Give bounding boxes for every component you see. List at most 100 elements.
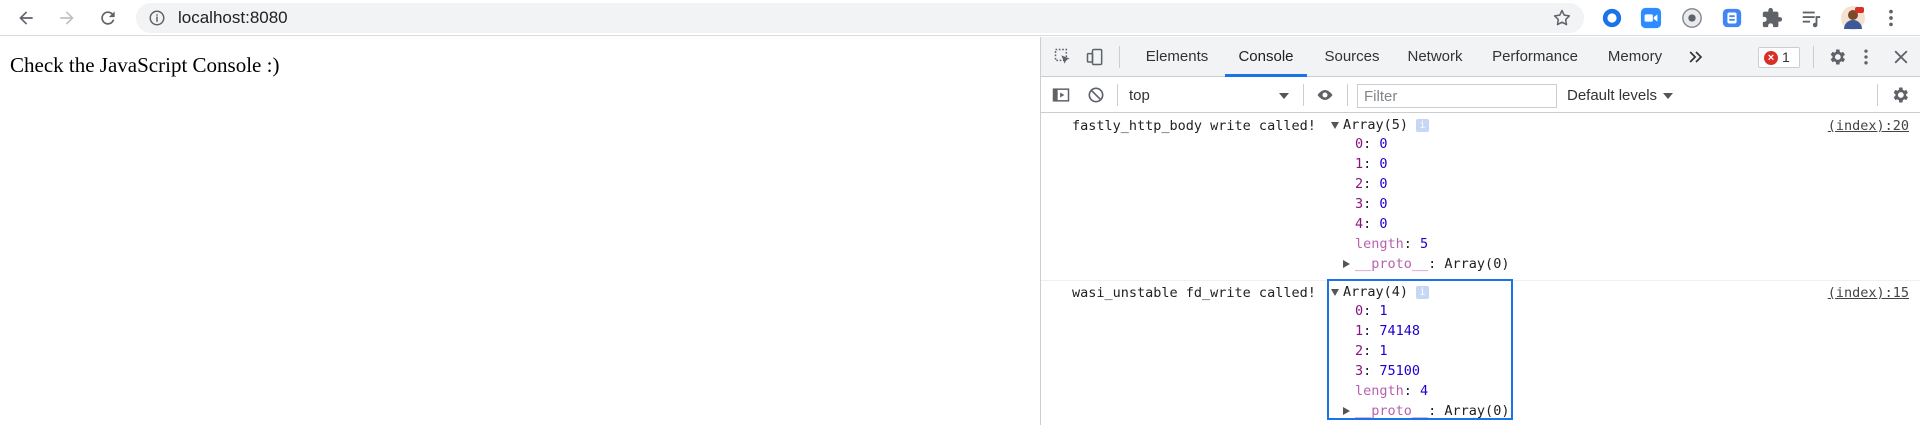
context-select[interactable]: top <box>1129 85 1295 107</box>
array-entry: 1: 0 <box>1355 156 1388 172</box>
inspect-element-icon[interactable] <box>1053 47 1073 67</box>
console-message-text: wasi_unstable fd_write called! <box>1072 285 1316 301</box>
array-entry: 1: 74148 <box>1355 323 1421 339</box>
array-entry: 0: 1 <box>1355 303 1388 319</box>
kebab-menu-icon[interactable] <box>1880 7 1902 29</box>
forward-button[interactable] <box>53 4 81 32</box>
array-length: length: 4 <box>1355 383 1429 399</box>
array-toggle[interactable]: Array(5) i <box>1329 116 1509 134</box>
length-value: 5 <box>1420 236 1429 252</box>
length-value: 4 <box>1420 383 1429 399</box>
entry-value: 0 <box>1379 216 1388 232</box>
toolbar-divider <box>1813 46 1814 68</box>
toolbar-divider <box>1347 84 1348 106</box>
toolbar-divider <box>1877 84 1878 106</box>
info-icon[interactable]: i <box>1416 119 1430 132</box>
reload-icon <box>101 11 115 25</box>
avatar-icon[interactable] <box>1840 5 1866 31</box>
array-label: Array(5) <box>1343 117 1409 133</box>
entry-key: 1 <box>1355 323 1364 339</box>
devtools-panel: Elements Console Sources Network Perform… <box>1040 37 1920 425</box>
entry-key: 2 <box>1355 176 1364 192</box>
entry-key: 4 <box>1355 216 1364 232</box>
entry-key: 3 <box>1355 196 1364 212</box>
array-entry: 0: 0 <box>1355 136 1388 152</box>
tab-performance[interactable]: Performance <box>1481 37 1589 77</box>
browser-toolbar: localhost:8080 <box>0 0 1920 36</box>
console-settings-gear-icon[interactable] <box>1890 85 1910 105</box>
entry-key: 2 <box>1355 343 1364 359</box>
devtools-menu-icon[interactable] <box>1856 47 1876 67</box>
log-levels-dropdown[interactable]: Default levels <box>1567 85 1674 107</box>
entry-value: 1 <box>1379 303 1388 319</box>
entry-value: 0 <box>1379 196 1388 212</box>
star-icon[interactable] <box>1552 8 1572 28</box>
eye-icon[interactable] <box>1315 85 1335 105</box>
entry-value: 0 <box>1379 136 1388 152</box>
source-link[interactable]: (index):20 <box>1828 118 1909 134</box>
puzzle-badge-icon[interactable] <box>1721 7 1743 29</box>
reload-button[interactable] <box>94 4 122 32</box>
info-circle-icon[interactable] <box>148 9 166 27</box>
clear-console-icon[interactable] <box>1086 85 1106 105</box>
device-toolbar-icon[interactable] <box>1085 47 1105 67</box>
array-object: Array(5) i 0: 0 1: 0 2: 0 3: 0 4: 0 lengt… <box>1329 116 1509 274</box>
settings-gear-icon[interactable] <box>1827 47 1847 67</box>
entry-key: 0 <box>1355 136 1364 152</box>
proto-toggle[interactable]: __proto__: Array(0) <box>1329 401 1509 421</box>
close-devtools-icon[interactable] <box>1891 47 1911 67</box>
array-entry: 3: 0 <box>1355 196 1388 212</box>
toolbar-divider <box>1117 84 1118 106</box>
entry-value: 74148 <box>1379 323 1421 339</box>
tab-elements[interactable]: Elements <box>1137 37 1217 77</box>
chevron-down-icon <box>1663 93 1674 100</box>
array-entry: 4: 0 <box>1355 216 1388 232</box>
tab-sources[interactable]: Sources <box>1315 37 1389 77</box>
array-object: Array(4) i 0: 1 1: 74148 2: 1 3: 75100 le… <box>1329 283 1509 421</box>
tab-console[interactable]: Console <box>1225 37 1307 77</box>
entry-value: 0 <box>1379 176 1388 192</box>
video-icon[interactable] <box>1640 7 1662 29</box>
error-icon: × <box>1764 51 1778 65</box>
circle-o-icon[interactable] <box>1601 7 1623 29</box>
devtools-tabbar: Elements Console Sources Network Perform… <box>1041 37 1920 77</box>
proto-value: Array(0) <box>1444 403 1510 419</box>
array-toggle[interactable]: Array(4) i <box>1329 283 1509 301</box>
back-button[interactable] <box>12 4 40 32</box>
array-label: Array(4) <box>1343 284 1409 300</box>
error-count: 1 <box>1782 49 1790 65</box>
sidebar-toggle-icon[interactable] <box>1051 85 1071 105</box>
tab-memory[interactable]: Memory <box>1597 37 1673 77</box>
proto-key: __proto__ <box>1355 256 1429 272</box>
playlist-icon[interactable] <box>1800 7 1822 29</box>
page-viewport: Check the JavaScript Console :) <box>0 37 1040 425</box>
chrome-icon[interactable] <box>1681 7 1703 29</box>
puzzle-icon[interactable] <box>1761 7 1783 29</box>
chevron-down-icon <box>1279 93 1289 99</box>
proto-key: __proto__ <box>1355 403 1429 419</box>
address-bar[interactable]: localhost:8080 <box>136 3 1584 33</box>
proto-toggle[interactable]: __proto__: Array(0) <box>1329 254 1509 274</box>
array-entry: 2: 0 <box>1355 176 1388 192</box>
context-value: top <box>1129 87 1150 104</box>
length-key: length <box>1355 236 1404 252</box>
tab-network[interactable]: Network <box>1397 37 1473 77</box>
error-count-badge[interactable]: × 1 <box>1758 47 1800 68</box>
length-key: length <box>1355 383 1404 399</box>
console-message: fastly_http_body write called! (index):2… <box>1041 114 1920 281</box>
filter-input[interactable] <box>1357 84 1557 108</box>
toolbar-divider <box>1303 84 1304 106</box>
info-icon[interactable]: i <box>1416 286 1430 299</box>
url-text[interactable]: localhost:8080 <box>178 9 288 27</box>
triangle-down-icon <box>1331 122 1339 129</box>
console-output: fastly_http_body write called! (index):2… <box>1041 114 1920 425</box>
source-link[interactable]: (index):15 <box>1828 285 1909 301</box>
toolbar-divider <box>1119 46 1120 68</box>
array-length: length: 5 <box>1355 236 1429 252</box>
console-message: wasi_unstable fd_write called! (index):1… <box>1041 279 1920 425</box>
more-tabs-icon[interactable] <box>1686 47 1706 67</box>
triangle-down-icon <box>1331 289 1339 296</box>
entry-key: 0 <box>1355 303 1364 319</box>
console-toolbar: top Default levels <box>1041 77 1920 113</box>
entry-key: 1 <box>1355 156 1364 172</box>
